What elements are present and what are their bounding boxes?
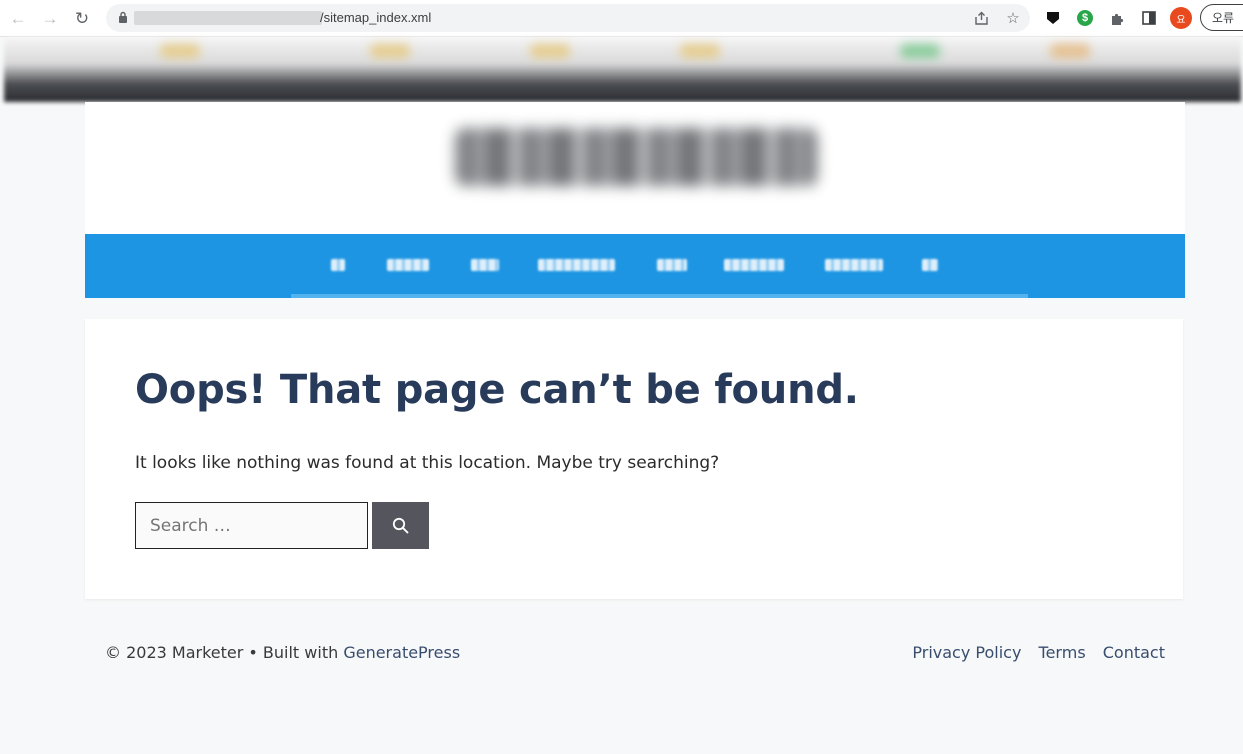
generatepress-link[interactable]: GeneratePress <box>343 643 460 662</box>
nav-item-blurred[interactable] <box>825 259 883 271</box>
search-button[interactable] <box>372 502 429 549</box>
lock-icon <box>119 11 127 23</box>
search-input[interactable] <box>135 502 368 549</box>
nav-item-blurred[interactable] <box>538 259 615 271</box>
footer-links: Privacy Policy Terms Contact <box>900 643 1165 662</box>
not-found-card: Oops! That page can’t be found. It looks… <box>85 319 1183 599</box>
address-bar[interactable]: /sitemap_index.xml ☆ <box>106 4 1030 32</box>
nav-item-blurred[interactable] <box>471 259 499 271</box>
page-title: Oops! That page can’t be found. <box>135 367 859 413</box>
extension-dollar-icon[interactable]: $ <box>1075 8 1095 28</box>
nav-item-blurred[interactable] <box>724 259 784 271</box>
forward-arrow-icon[interactable]: → <box>40 8 60 28</box>
bookmark-blur <box>1050 44 1090 58</box>
bookmark-blur <box>900 44 940 58</box>
error-pill-button[interactable]: 오류 <box>1200 4 1243 31</box>
site-footer: © 2023 Marketer • Built with GeneratePre… <box>85 630 1185 674</box>
nav-item-blurred[interactable] <box>922 259 938 271</box>
bookmark-blur <box>530 44 570 58</box>
nav-item-blurred[interactable] <box>387 259 429 271</box>
extensions-puzzle-icon[interactable] <box>1107 8 1127 28</box>
side-panel-icon[interactable] <box>1139 8 1159 28</box>
nav-item-blurred[interactable] <box>331 259 345 271</box>
reload-icon[interactable]: ↻ <box>72 8 92 28</box>
redacted-domain <box>134 11 322 25</box>
nav-active-underline <box>291 294 1028 298</box>
search-icon <box>392 517 409 534</box>
bookmark-blur <box>370 44 410 58</box>
extension-shield-icon[interactable] <box>1043 8 1063 28</box>
bookmark-blur <box>160 44 200 58</box>
contact-link[interactable]: Contact <box>1103 643 1165 662</box>
privacy-policy-link[interactable]: Privacy Policy <box>912 643 1021 662</box>
terms-link[interactable]: Terms <box>1039 643 1086 662</box>
site-header <box>85 102 1185 234</box>
bookmark-star-icon[interactable]: ☆ <box>1004 9 1022 27</box>
footer-copyright: © 2023 Marketer • Built with GeneratePre… <box>105 643 460 662</box>
nav-item-blurred[interactable] <box>657 259 687 271</box>
copyright-text: © 2023 Marketer • Built with <box>105 643 344 662</box>
back-arrow-icon[interactable]: ← <box>8 8 28 28</box>
not-found-message: It looks like nothing was found at this … <box>135 453 720 473</box>
site-logo-blurred[interactable] <box>455 128 817 186</box>
main-navigation <box>85 234 1185 298</box>
profile-avatar[interactable]: 요 <box>1170 7 1192 29</box>
url-text: /sitemap_index.xml <box>320 10 432 25</box>
browser-toolbar: ← → ↻ /sitemap_index.xml ☆ $ 요 오류 <box>0 0 1243 37</box>
bookmark-blur <box>680 44 720 58</box>
share-icon[interactable] <box>972 9 990 27</box>
